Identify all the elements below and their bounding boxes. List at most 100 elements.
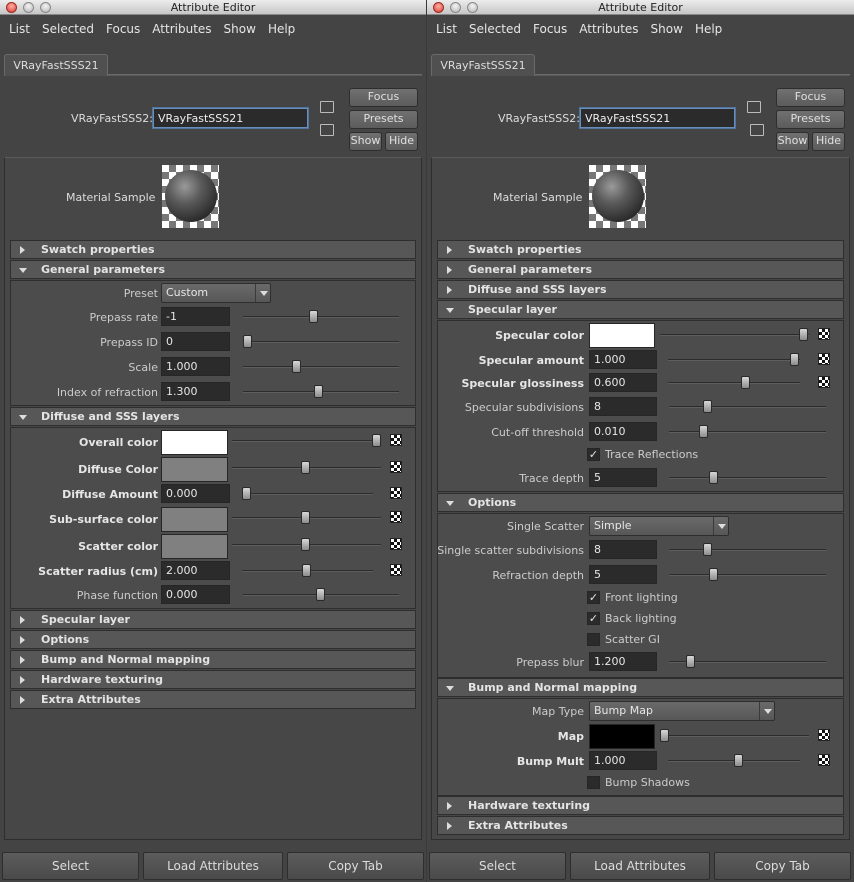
- minimize-window-icon[interactable]: [23, 2, 34, 13]
- bump-mult-field[interactable]: 1.000: [589, 751, 657, 770]
- slider-thumb[interactable]: [316, 588, 325, 601]
- section-options[interactable]: Options: [10, 630, 416, 649]
- diffuse-amount-slider[interactable]: [242, 487, 373, 500]
- presets-button[interactable]: Presets: [776, 110, 845, 129]
- section-diffuse-sss-layers[interactable]: Diffuse and SSS layers: [10, 407, 416, 426]
- specular-glossiness-slider[interactable]: [668, 376, 800, 389]
- section-swatch-properties[interactable]: Swatch properties: [10, 240, 416, 259]
- diffuse-color-swatch[interactable]: [161, 457, 228, 482]
- refraction-depth-slider[interactable]: [669, 568, 826, 581]
- map-slider[interactable]: [660, 729, 809, 742]
- section-diffuse-sss-layers[interactable]: Diffuse and SSS layers: [437, 280, 844, 299]
- preset-dropdown[interactable]: Custom: [161, 283, 271, 303]
- overall-color-slider[interactable]: [232, 434, 381, 447]
- copy-tab-button[interactable]: Copy Tab: [714, 852, 851, 880]
- refraction-depth-field[interactable]: 5: [589, 565, 657, 584]
- specular-amount-field[interactable]: 1.000: [589, 350, 657, 369]
- node-name-input[interactable]: VRayFastSSS21: [153, 108, 308, 128]
- diffuse-amount-field[interactable]: 0.000: [161, 484, 230, 503]
- map-button-icon[interactable]: [390, 538, 402, 550]
- specular-amount-slider[interactable]: [668, 353, 800, 366]
- map-button-icon[interactable]: [390, 564, 402, 576]
- title-bar[interactable]: Attribute Editor: [0, 0, 426, 15]
- section-swatch-properties[interactable]: Swatch properties: [437, 240, 844, 259]
- map-button-icon[interactable]: [818, 328, 830, 340]
- hide-button[interactable]: Hide: [385, 132, 418, 151]
- focus-button[interactable]: Focus: [776, 88, 845, 107]
- scatter-radius-field[interactable]: 2.000: [161, 561, 230, 580]
- output-connections-icon[interactable]: [750, 124, 764, 136]
- minimize-window-icon[interactable]: [450, 2, 461, 13]
- zoom-window-icon[interactable]: [467, 2, 478, 13]
- prepass-blur-slider[interactable]: [669, 655, 826, 668]
- slider-thumb[interactable]: [309, 310, 318, 323]
- input-connections-icon[interactable]: [747, 101, 761, 113]
- map-type-dropdown[interactable]: Bump Map: [589, 701, 775, 721]
- subsurface-color-swatch[interactable]: [161, 507, 228, 532]
- title-bar[interactable]: Attribute Editor: [427, 0, 854, 15]
- menu-show[interactable]: Show: [651, 22, 683, 36]
- close-window-icon[interactable]: [6, 2, 17, 13]
- close-window-icon[interactable]: [433, 2, 444, 13]
- copy-tab-button[interactable]: Copy Tab: [287, 852, 424, 880]
- slider-thumb[interactable]: [699, 425, 708, 438]
- phase-function-slider[interactable]: [243, 588, 399, 601]
- output-connections-icon[interactable]: [320, 124, 334, 136]
- bump-shadows-checkbox[interactable]: [587, 776, 600, 789]
- trace-reflections-checkbox[interactable]: ✓: [587, 448, 600, 461]
- tab-vrayfastsss21[interactable]: VRayFastSSS21: [431, 54, 535, 76]
- scatter-radius-slider[interactable]: [242, 564, 373, 577]
- slider-thumb[interactable]: [799, 328, 808, 341]
- trace-depth-slider[interactable]: [669, 471, 826, 484]
- section-general-parameters[interactable]: General parameters: [10, 260, 416, 279]
- map-button-icon[interactable]: [390, 461, 402, 473]
- map-button-icon[interactable]: [818, 729, 830, 741]
- subsurface-color-slider[interactable]: [232, 511, 381, 524]
- menu-selected[interactable]: Selected: [469, 22, 521, 36]
- load-attributes-button[interactable]: Load Attributes: [143, 852, 283, 880]
- map-button-icon[interactable]: [390, 434, 402, 446]
- menu-help[interactable]: Help: [268, 22, 295, 36]
- slider-thumb[interactable]: [302, 564, 311, 577]
- slider-thumb[interactable]: [292, 360, 301, 373]
- map-color-swatch[interactable]: [589, 724, 655, 749]
- section-bump-normal-mapping[interactable]: Bump and Normal mapping: [10, 650, 416, 669]
- menu-show[interactable]: Show: [224, 22, 256, 36]
- specular-glossiness-field[interactable]: 0.600: [589, 373, 657, 392]
- slider-thumb[interactable]: [709, 568, 718, 581]
- select-button[interactable]: Select: [2, 852, 139, 880]
- tab-vrayfastsss21[interactable]: VRayFastSSS21: [4, 54, 108, 76]
- scatter-color-swatch[interactable]: [161, 534, 228, 559]
- menu-attributes[interactable]: Attributes: [152, 22, 211, 36]
- menu-focus[interactable]: Focus: [106, 22, 140, 36]
- prepass-id-field[interactable]: 0: [161, 332, 230, 351]
- single-scatter-dropdown[interactable]: Simple: [589, 516, 729, 536]
- map-button-icon[interactable]: [818, 754, 830, 766]
- scale-field[interactable]: 1.000: [161, 357, 230, 376]
- slider-thumb[interactable]: [741, 376, 750, 389]
- single-scatter-subdivisions-slider[interactable]: [669, 543, 826, 556]
- prepass-rate-field[interactable]: -1: [161, 307, 230, 326]
- focus-button[interactable]: Focus: [349, 88, 418, 107]
- menu-focus[interactable]: Focus: [533, 22, 567, 36]
- load-attributes-button[interactable]: Load Attributes: [570, 852, 710, 880]
- select-button[interactable]: Select: [429, 852, 566, 880]
- section-hardware-texturing[interactable]: Hardware texturing: [10, 670, 416, 689]
- phase-function-field[interactable]: 0.000: [161, 585, 230, 604]
- show-button[interactable]: Show: [349, 132, 382, 151]
- menu-list[interactable]: List: [9, 22, 30, 36]
- diffuse-color-slider[interactable]: [232, 461, 381, 474]
- section-options[interactable]: Options: [437, 493, 844, 512]
- map-button-icon[interactable]: [818, 353, 830, 365]
- section-hardware-texturing[interactable]: Hardware texturing: [437, 796, 844, 815]
- slider-thumb[interactable]: [703, 400, 712, 413]
- overall-color-swatch[interactable]: [161, 430, 228, 455]
- slider-thumb[interactable]: [301, 538, 310, 551]
- slider-thumb[interactable]: [660, 729, 669, 742]
- slider-thumb[interactable]: [242, 487, 251, 500]
- map-button-icon[interactable]: [390, 487, 402, 499]
- bump-mult-slider[interactable]: [668, 754, 800, 767]
- slider-thumb[interactable]: [734, 754, 743, 767]
- section-extra-attributes[interactable]: Extra Attributes: [437, 816, 844, 835]
- section-extra-attributes[interactable]: Extra Attributes: [10, 690, 416, 709]
